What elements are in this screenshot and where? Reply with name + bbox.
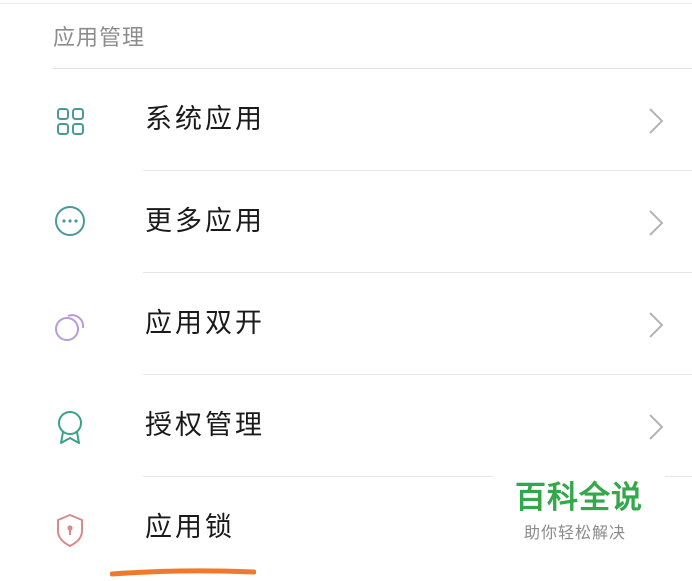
highlight-underline	[109, 562, 257, 577]
chevron-right-icon	[645, 106, 667, 136]
watermark-title: 百科全说	[515, 480, 643, 516]
menu-item-label: 授权管理	[145, 410, 265, 441]
menu-item-permissions[interactable]: 授权管理	[0, 375, 692, 477]
chevron-right-icon	[645, 208, 667, 238]
shield-lock-icon	[53, 512, 89, 548]
top-divider	[0, 3, 692, 4]
section-header: 应用管理	[53, 26, 146, 51]
chevron-right-icon	[645, 310, 667, 340]
menu-item-system-apps[interactable]: 系统应用	[0, 69, 692, 171]
watermark-subtitle: 助你轻松解决	[524, 523, 627, 542]
watermark-logo: 百科全说 助你轻松解决	[493, 470, 665, 558]
grid-icon	[53, 104, 89, 140]
chevron-right-icon	[645, 412, 667, 442]
award-ribbon-icon	[53, 410, 89, 446]
menu-item-label: 应用锁	[145, 512, 235, 543]
menu-item-more-apps[interactable]: 更多应用	[0, 171, 692, 273]
menu-item-label: 应用双开	[145, 308, 265, 339]
menu-item-label: 更多应用	[145, 206, 265, 237]
menu-item-label: 系统应用	[145, 104, 265, 135]
more-dots-icon	[53, 206, 89, 242]
dual-circles-icon	[53, 308, 89, 344]
menu-item-dual-apps[interactable]: 应用双开	[0, 273, 692, 375]
